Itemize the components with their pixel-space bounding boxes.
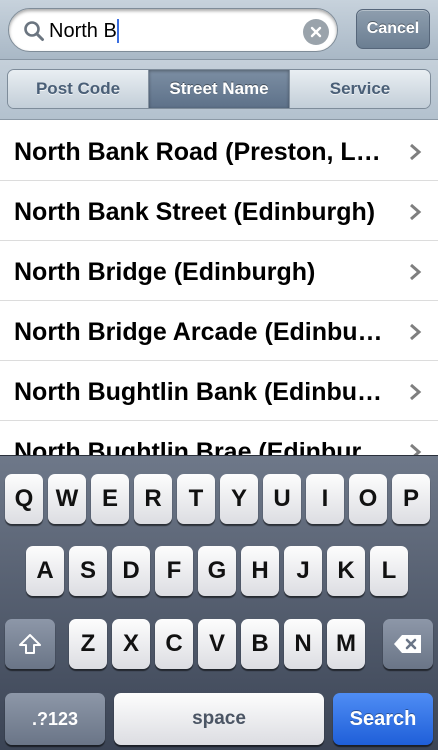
key-i[interactable]: I (306, 474, 344, 524)
list-item[interactable]: North Bank Road (Preston, Lancashire) (0, 121, 438, 181)
keyboard: Q W E R T Y U I O P A S D F G H J K L Z … (0, 455, 438, 750)
list-item-label: North Bughtlin Bank (Edinburgh) (14, 378, 389, 406)
shift-icon (19, 634, 41, 654)
key-w[interactable]: W (48, 474, 86, 524)
key-p[interactable]: P (392, 474, 430, 524)
backspace-key[interactable] (383, 619, 433, 669)
key-h[interactable]: H (241, 546, 279, 596)
key-r[interactable]: R (134, 474, 172, 524)
search-bar: North B Cancel (0, 0, 438, 60)
list-item-label: North Bank Road (Preston, Lancashire) (14, 138, 389, 166)
list-item[interactable]: North Bughtlin Brae (Edinburgh) (0, 421, 438, 455)
backspace-icon (394, 635, 421, 653)
list-item-label: North Bridge (Edinburgh) (14, 258, 316, 286)
text-caret (116, 19, 119, 43)
chevron-right-icon (410, 203, 422, 221)
key-l[interactable]: L (370, 546, 408, 596)
key-m[interactable]: M (327, 619, 365, 669)
key-d[interactable]: D (112, 546, 150, 596)
key-x[interactable]: X (112, 619, 150, 669)
shift-key[interactable] (5, 619, 55, 669)
list-item[interactable]: North Bughtlin Bank (Edinburgh) (0, 361, 438, 421)
key-j[interactable]: J (284, 546, 322, 596)
segment-service[interactable]: Service (289, 70, 430, 108)
key-v[interactable]: V (198, 619, 236, 669)
key-o[interactable]: O (349, 474, 387, 524)
list-item[interactable]: North Bridge (Edinburgh) (0, 241, 438, 301)
list-item[interactable]: North Bridge Arcade (Edinburgh) (0, 301, 438, 361)
key-t[interactable]: T (177, 474, 215, 524)
key-g[interactable]: G (198, 546, 236, 596)
search-key[interactable]: Search (333, 693, 433, 745)
clear-search-button[interactable] (303, 19, 329, 45)
key-c[interactable]: C (155, 619, 193, 669)
chevron-right-icon (410, 263, 422, 281)
space-key[interactable]: space (114, 693, 324, 745)
key-k[interactable]: K (327, 546, 365, 596)
search-query-text: North B (49, 19, 119, 43)
list-item-label: North Bridge Arcade (Edinburgh) (14, 318, 389, 346)
key-y[interactable]: Y (220, 474, 258, 524)
numbers-key[interactable]: .?123 (5, 693, 105, 745)
results-list: North Bank Road (Preston, Lancashire) No… (0, 121, 438, 455)
key-e[interactable]: E (91, 474, 129, 524)
scope-segmented-control: Post Code Street Name Service (7, 69, 431, 109)
search-icon (24, 21, 44, 41)
chevron-right-icon (410, 323, 422, 341)
key-a[interactable]: A (26, 546, 64, 596)
segment-post-code[interactable]: Post Code (8, 70, 148, 108)
key-b[interactable]: B (241, 619, 279, 669)
list-item-label: North Bank Street (Edinburgh) (14, 198, 376, 226)
scope-bar: Post Code Street Name Service (0, 60, 438, 120)
key-z[interactable]: Z (69, 619, 107, 669)
key-s[interactable]: S (69, 546, 107, 596)
search-input[interactable]: North B (8, 8, 338, 52)
key-f[interactable]: F (155, 546, 193, 596)
chevron-right-icon (410, 143, 422, 161)
list-item-label: North Bughtlin Brae (Edinburgh) (14, 438, 389, 455)
close-icon (310, 26, 322, 38)
key-q[interactable]: Q (5, 474, 43, 524)
key-u[interactable]: U (263, 474, 301, 524)
cancel-button[interactable]: Cancel (356, 9, 430, 49)
list-item[interactable]: North Bank Street (Edinburgh) (0, 181, 438, 241)
chevron-right-icon (410, 383, 422, 401)
segment-street-name[interactable]: Street Name (148, 70, 289, 108)
key-n[interactable]: N (284, 619, 322, 669)
chevron-right-icon (410, 443, 422, 455)
